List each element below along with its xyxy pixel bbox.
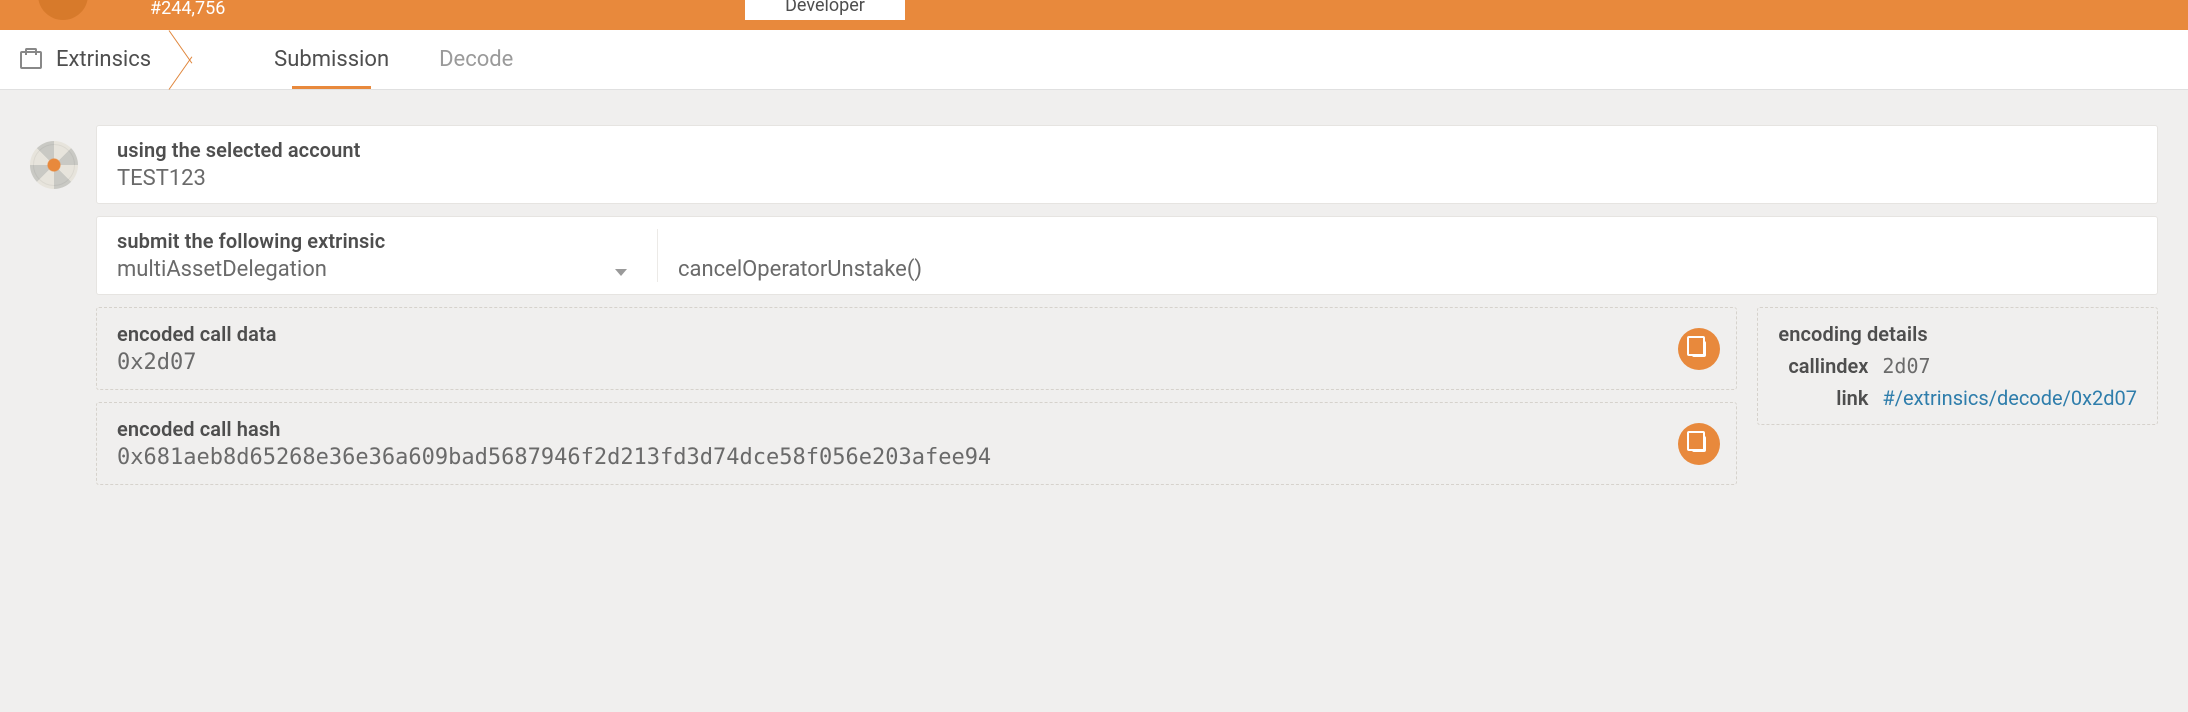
copy-call-data-button[interactable] [1678,328,1720,370]
account-selector[interactable]: using the selected account TEST123 [96,125,2158,204]
top-nav-bar: #244,756 Developer [0,0,2188,30]
encoding-details-header: encoding details [1778,322,2137,346]
encoded-call-data-panel: encoded call data 0x2d07 [96,307,1737,390]
sub-nav-bar: Extrinsics Submission Decode [0,30,2188,90]
method-dropdown[interactable]: cancelOperatorUnstake() [657,229,2137,282]
section-header: Extrinsics [20,47,151,72]
call-hash-value: 0x681aeb8d65268e36e36a609bad5687946f2d21… [117,445,1716,470]
content-area: using the selected account TEST123 submi… [0,90,2188,485]
decode-link[interactable]: #/extrinsics/decode/0x2d07 [1882,386,2137,410]
pallet-value: multiAssetDelegation [117,257,637,282]
section-title: Extrinsics [56,47,151,72]
encoded-call-hash-panel: encoded call hash 0x681aeb8d65268e36e36a… [96,402,1737,485]
account-label: using the selected account [117,138,2137,162]
pallet-dropdown[interactable]: submit the following extrinsic multiAsse… [117,229,637,282]
callindex-label: callindex [1778,354,1868,378]
tab-decode[interactable]: Decode [439,31,513,88]
breadcrumb-separator [169,30,224,90]
block-number: #244,756 [150,0,225,19]
extrinsic-label: submit the following extrinsic [117,229,637,253]
copy-icon [1692,436,1706,452]
extrinsics-icon [20,51,42,69]
copy-call-hash-button[interactable] [1678,423,1720,465]
chevron-down-icon [615,269,627,276]
tab-submission[interactable]: Submission [274,31,389,88]
account-value: TEST123 [117,166,2137,191]
call-hash-label: encoded call hash [117,417,1716,441]
callindex-value: 2d07 [1882,354,1930,378]
method-value: cancelOperatorUnstake() [678,257,922,282]
link-label: link [1778,386,1868,410]
call-data-label: encoded call data [117,322,1716,346]
extrinsic-selector: submit the following extrinsic multiAsse… [96,216,2158,295]
account-identicon[interactable] [30,141,78,189]
call-data-value: 0x2d07 [117,350,1716,375]
encoding-details-panel: encoding details callindex 2d07 link #/e… [1757,307,2158,425]
nav-tab-developer[interactable]: Developer [745,0,905,20]
chain-logo [38,0,88,20]
copy-icon [1692,341,1706,357]
